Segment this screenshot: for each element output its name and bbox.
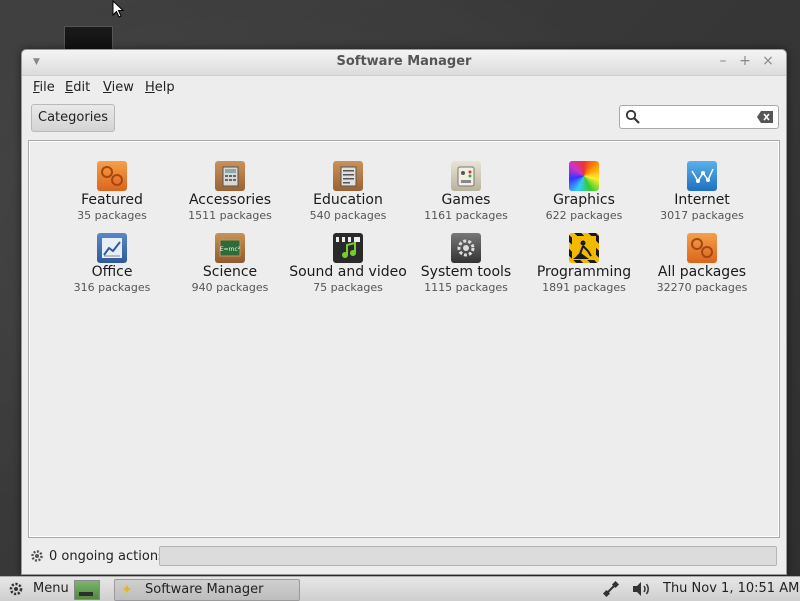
featured-icon xyxy=(97,161,127,191)
category-count: 35 packages xyxy=(77,209,147,222)
system-tools-icon xyxy=(451,233,481,263)
category-name: Science xyxy=(202,264,258,280)
volume-icon[interactable] xyxy=(631,580,651,598)
svg-text:E=mc²: E=mc² xyxy=(220,246,241,253)
category-name: System tools xyxy=(420,264,512,280)
toolbar: Categories xyxy=(22,100,786,138)
search-input[interactable] xyxy=(619,105,779,129)
menu-edit[interactable]: Edit xyxy=(65,80,90,95)
category-count: 540 packages xyxy=(309,209,387,222)
science-icon: E=mc² xyxy=(215,233,245,263)
category-count: 32270 packages xyxy=(656,281,748,294)
graphics-icon xyxy=(569,161,599,191)
category-science[interactable]: E=mc² Science 940 packages xyxy=(171,233,289,295)
clear-search-icon[interactable] xyxy=(756,110,774,124)
category-count: 1891 packages xyxy=(542,281,626,294)
office-icon xyxy=(97,233,127,263)
programming-icon xyxy=(569,233,599,263)
category-count: 622 packages xyxy=(545,209,623,222)
category-education[interactable]: Education 540 packages xyxy=(289,161,407,223)
show-desktop-button[interactable] xyxy=(74,580,100,600)
taskbar-window-label: Software Manager xyxy=(145,582,264,597)
categories-panel: Featured 35 packages Accessories 1511 pa… xyxy=(28,140,780,538)
minimize-button[interactable]: – xyxy=(716,53,730,69)
ongoing-actions-label: 0 ongoing actions xyxy=(49,549,165,564)
category-name: All packages xyxy=(657,264,747,280)
title-bar[interactable]: ▼ Software Manager – + × xyxy=(22,50,786,76)
menu-button[interactable]: Menu xyxy=(33,581,69,596)
search-icon xyxy=(625,109,640,124)
category-featured[interactable]: Featured 35 packages xyxy=(53,161,171,223)
category-programming[interactable]: Programming 1891 packages xyxy=(525,233,643,295)
menu-view[interactable]: View xyxy=(103,80,134,95)
category-accessories[interactable]: Accessories 1511 packages xyxy=(171,161,289,223)
category-name: Programming xyxy=(536,264,632,280)
category-office[interactable]: Office 316 packages xyxy=(53,233,171,295)
accessories-icon xyxy=(215,161,245,191)
category-name: Office xyxy=(91,264,133,280)
all-packages-icon xyxy=(687,233,717,263)
desktop-window-thumbnail xyxy=(64,26,113,51)
network-icon[interactable] xyxy=(602,580,620,598)
taskbar: Menu ✦ Software Manager Thu Nov 1, 10:51… xyxy=(0,576,800,601)
mouse-cursor-icon xyxy=(112,0,124,18)
software-manager-window: ▼ Software Manager – + × File Edit View … xyxy=(21,49,787,575)
category-count: 3017 packages xyxy=(660,209,744,222)
close-button[interactable]: × xyxy=(761,53,775,69)
sound-video-icon xyxy=(333,233,363,263)
internet-icon xyxy=(687,161,717,191)
games-icon xyxy=(451,161,481,191)
menu-gear-icon[interactable] xyxy=(8,581,24,597)
category-count: 1115 packages xyxy=(424,281,508,294)
category-all-packages[interactable]: All packages 32270 packages xyxy=(643,233,761,295)
clock[interactable]: Thu Nov 1, 10:51 AM xyxy=(663,581,799,596)
category-sound-and-video[interactable]: Sound and video 75 packages xyxy=(289,233,407,295)
category-internet[interactable]: Internet 3017 packages xyxy=(643,161,761,223)
category-name: Featured xyxy=(81,192,143,208)
taskbar-window-button[interactable]: ✦ Software Manager xyxy=(114,579,300,601)
category-graphics[interactable]: Graphics 622 packages xyxy=(525,161,643,223)
software-manager-icon: ✦ xyxy=(121,582,133,598)
menu-bar: File Edit View Help xyxy=(22,76,786,100)
category-count: 316 packages xyxy=(73,281,151,294)
category-name: Internet xyxy=(674,192,730,208)
category-name: Education xyxy=(313,192,383,208)
category-count: 940 packages xyxy=(191,281,269,294)
category-count: 1511 packages xyxy=(188,209,272,222)
education-icon xyxy=(333,161,363,191)
menu-file[interactable]: File xyxy=(33,80,55,95)
categories-button[interactable]: Categories xyxy=(31,104,116,132)
category-count: 75 packages xyxy=(313,281,383,294)
category-count: 1161 packages xyxy=(424,209,508,222)
gear-icon xyxy=(31,550,43,562)
category-name: Accessories xyxy=(188,192,272,208)
category-name: Sound and video xyxy=(289,264,407,280)
category-games[interactable]: Games 1161 packages xyxy=(407,161,525,223)
menu-help[interactable]: Help xyxy=(145,80,175,95)
category-name: Graphics xyxy=(553,192,615,208)
category-system-tools[interactable]: System tools 1115 packages xyxy=(407,233,525,295)
maximize-button[interactable]: + xyxy=(738,53,752,69)
category-name: Games xyxy=(441,192,491,208)
status-bar: 0 ongoing actions xyxy=(25,543,781,569)
progress-bar xyxy=(159,546,777,566)
window-title: Software Manager xyxy=(336,54,472,69)
